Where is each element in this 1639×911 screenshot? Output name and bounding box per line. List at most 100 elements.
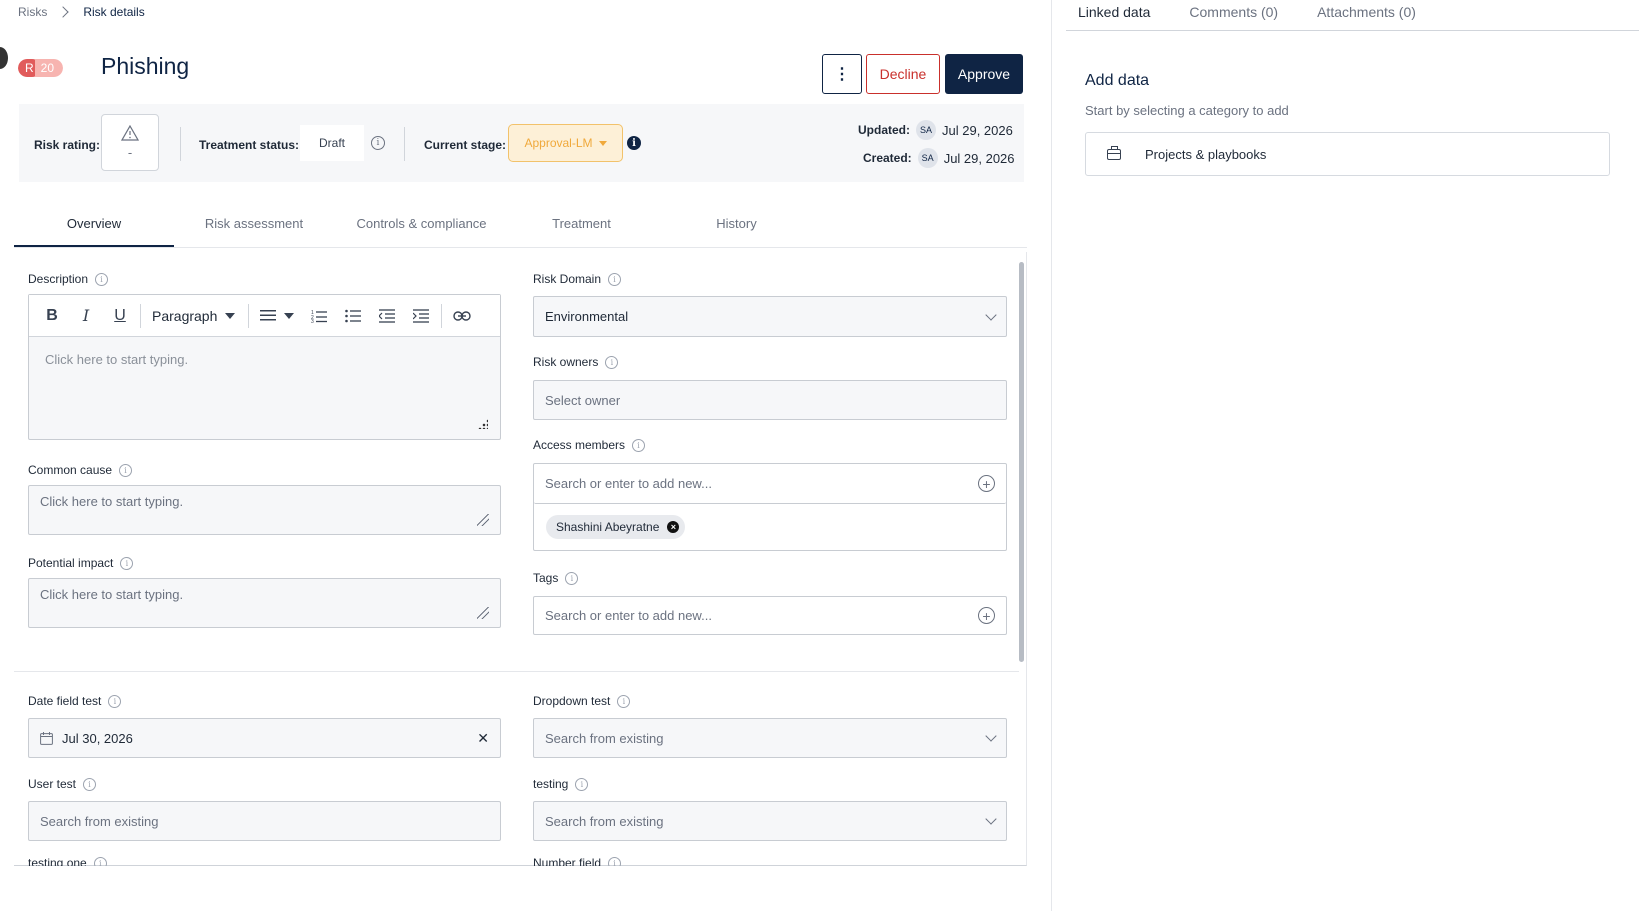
info-icon[interactable]: i	[565, 571, 579, 585]
bold-icon[interactable]: B	[35, 301, 69, 331]
risk-rating-box[interactable]: -	[101, 114, 159, 171]
indent-icon[interactable]	[404, 301, 438, 331]
tab-controls-compliance[interactable]: Controls & compliance	[334, 204, 509, 247]
tab-linked-data[interactable]: Linked data	[1066, 0, 1150, 30]
tab-history[interactable]: History	[654, 204, 819, 247]
info-icon[interactable]: i	[608, 856, 622, 866]
dropdown-test-label: Dropdown test	[533, 694, 611, 708]
user-test-input[interactable]: Search from existing	[28, 801, 501, 841]
chevron-down-icon	[985, 308, 997, 321]
info-icon[interactable]: i	[575, 777, 589, 791]
user-test-placeholder: Search from existing	[40, 813, 159, 829]
panel-divider	[1051, 0, 1052, 911]
updated-meta: Updated: SA Jul 29, 2026	[858, 120, 1013, 140]
info-icon[interactable]: i	[627, 136, 641, 150]
bullet-list-icon[interactable]	[336, 301, 370, 331]
created-meta: Created: SA Jul 29, 2026	[863, 148, 1015, 168]
description-input[interactable]: Click here to start typing.	[29, 337, 500, 439]
section-divider	[14, 671, 1019, 672]
testing-one-label-row: testing one i	[28, 856, 508, 866]
treatment-status-label: Treatment status:	[199, 138, 300, 152]
paragraph-style-dropdown[interactable]: Paragraph	[144, 308, 245, 324]
info-icon[interactable]: i	[371, 136, 385, 150]
tab-attachments[interactable]: Attachments (0)	[1305, 0, 1416, 30]
dropdown-test-select[interactable]: Search from existing	[533, 718, 1007, 758]
link-icon[interactable]	[445, 301, 479, 331]
info-icon[interactable]: i	[119, 463, 133, 477]
projects-playbooks-category[interactable]: Projects & playbooks	[1085, 132, 1610, 176]
briefcase-icon	[1107, 145, 1121, 160]
member-chip-label: Shashini Abeyratne	[556, 520, 660, 534]
potential-impact-placeholder: Click here to start typing.	[40, 587, 184, 602]
risk-badge-score: 20	[34, 59, 64, 77]
access-members-search[interactable]: Search or enter to add new... +	[534, 464, 1006, 504]
divider	[441, 303, 443, 328]
tags-placeholder: Search or enter to add new...	[545, 608, 712, 623]
resize-handle-icon[interactable]	[477, 514, 489, 526]
tab-treatment[interactable]: Treatment	[509, 204, 654, 247]
info-icon[interactable]: i	[83, 777, 97, 791]
risk-domain-select[interactable]: Environmental	[533, 296, 1007, 337]
info-icon[interactable]: i	[617, 694, 631, 708]
info-icon[interactable]: i	[120, 556, 134, 570]
date-field-label-row: Date field test i	[28, 694, 122, 708]
tags-input[interactable]: Search or enter to add new... +	[533, 596, 1007, 635]
approve-button[interactable]: Approve	[945, 54, 1023, 94]
divider	[404, 127, 405, 161]
info-icon[interactable]: i	[632, 438, 646, 452]
add-circle-icon[interactable]: +	[978, 607, 995, 624]
remove-chip-icon[interactable]: ×	[667, 521, 680, 533]
risk-owners-input[interactable]: Select owner	[533, 380, 1007, 420]
category-label: Projects & playbooks	[1145, 146, 1267, 162]
avatar: SA	[916, 120, 936, 140]
align-dropdown[interactable]	[252, 301, 302, 331]
current-stage-value: Approval-LM	[524, 136, 593, 150]
current-stage-dropdown[interactable]: Approval-LM	[508, 124, 623, 162]
potential-impact-textarea[interactable]: Click here to start typing.	[28, 578, 501, 628]
chevron-right-icon	[57, 6, 70, 18]
add-data-title: Add data	[1085, 72, 1150, 89]
decline-button[interactable]: Decline	[866, 54, 940, 94]
info-icon[interactable]: i	[93, 856, 107, 866]
resize-handle-icon[interactable]	[477, 607, 489, 619]
updated-date: Jul 29, 2026	[942, 122, 1013, 138]
tab-comments[interactable]: Comments (0)	[1177, 0, 1278, 30]
warning-icon	[121, 125, 139, 141]
side-handle[interactable]	[0, 47, 8, 69]
risk-owners-label: Risk owners	[533, 355, 599, 369]
info-icon[interactable]: i	[608, 272, 622, 286]
caret-down-icon	[598, 140, 607, 146]
breadcrumb-risks-link[interactable]: Risks	[18, 5, 47, 19]
common-cause-label-row: Common cause i	[28, 463, 133, 477]
description-editor: B I U Paragraph 123 Click here to start …	[28, 294, 501, 440]
clear-icon[interactable]: ✕	[477, 730, 489, 747]
outdent-icon[interactable]	[370, 301, 404, 331]
italic-icon[interactable]: I	[69, 301, 103, 331]
add-circle-icon[interactable]: +	[978, 475, 995, 492]
more-options-button[interactable]: ⋮	[822, 54, 862, 94]
editor-toolbar: B I U Paragraph 123	[29, 295, 500, 337]
info-icon[interactable]: i	[95, 272, 109, 286]
access-members-placeholder: Search or enter to add new...	[545, 476, 712, 491]
form-scrollbar[interactable]	[1019, 262, 1024, 662]
ordered-list-icon[interactable]: 123	[302, 301, 336, 331]
risk-owners-label-row: Risk owners i	[533, 355, 619, 369]
resize-handle-icon[interactable]	[478, 419, 488, 429]
current-stage-label: Current stage:	[424, 138, 507, 152]
calendar-icon	[40, 731, 53, 745]
chevron-down-icon	[985, 730, 997, 742]
underline-icon[interactable]: U	[103, 301, 137, 331]
chevron-down-icon	[985, 813, 997, 825]
date-field-input[interactable]: Jul 30, 2026 ✕	[28, 718, 501, 758]
common-cause-textarea[interactable]: Click here to start typing.	[28, 485, 501, 535]
access-members-label: Access members	[533, 438, 626, 452]
info-icon[interactable]: i	[108, 694, 122, 708]
info-icon[interactable]: i	[605, 355, 619, 369]
description-placeholder: Click here to start typing.	[45, 352, 189, 367]
tab-overview[interactable]: Overview	[14, 204, 174, 247]
dropdown-test-label-row: Dropdown test i	[533, 694, 631, 708]
risk-domain-value: Environmental	[545, 309, 629, 324]
potential-impact-label-row: Potential impact i	[28, 556, 134, 570]
testing-select[interactable]: Search from existing	[533, 801, 1007, 841]
tab-risk-assessment[interactable]: Risk assessment	[174, 204, 334, 247]
